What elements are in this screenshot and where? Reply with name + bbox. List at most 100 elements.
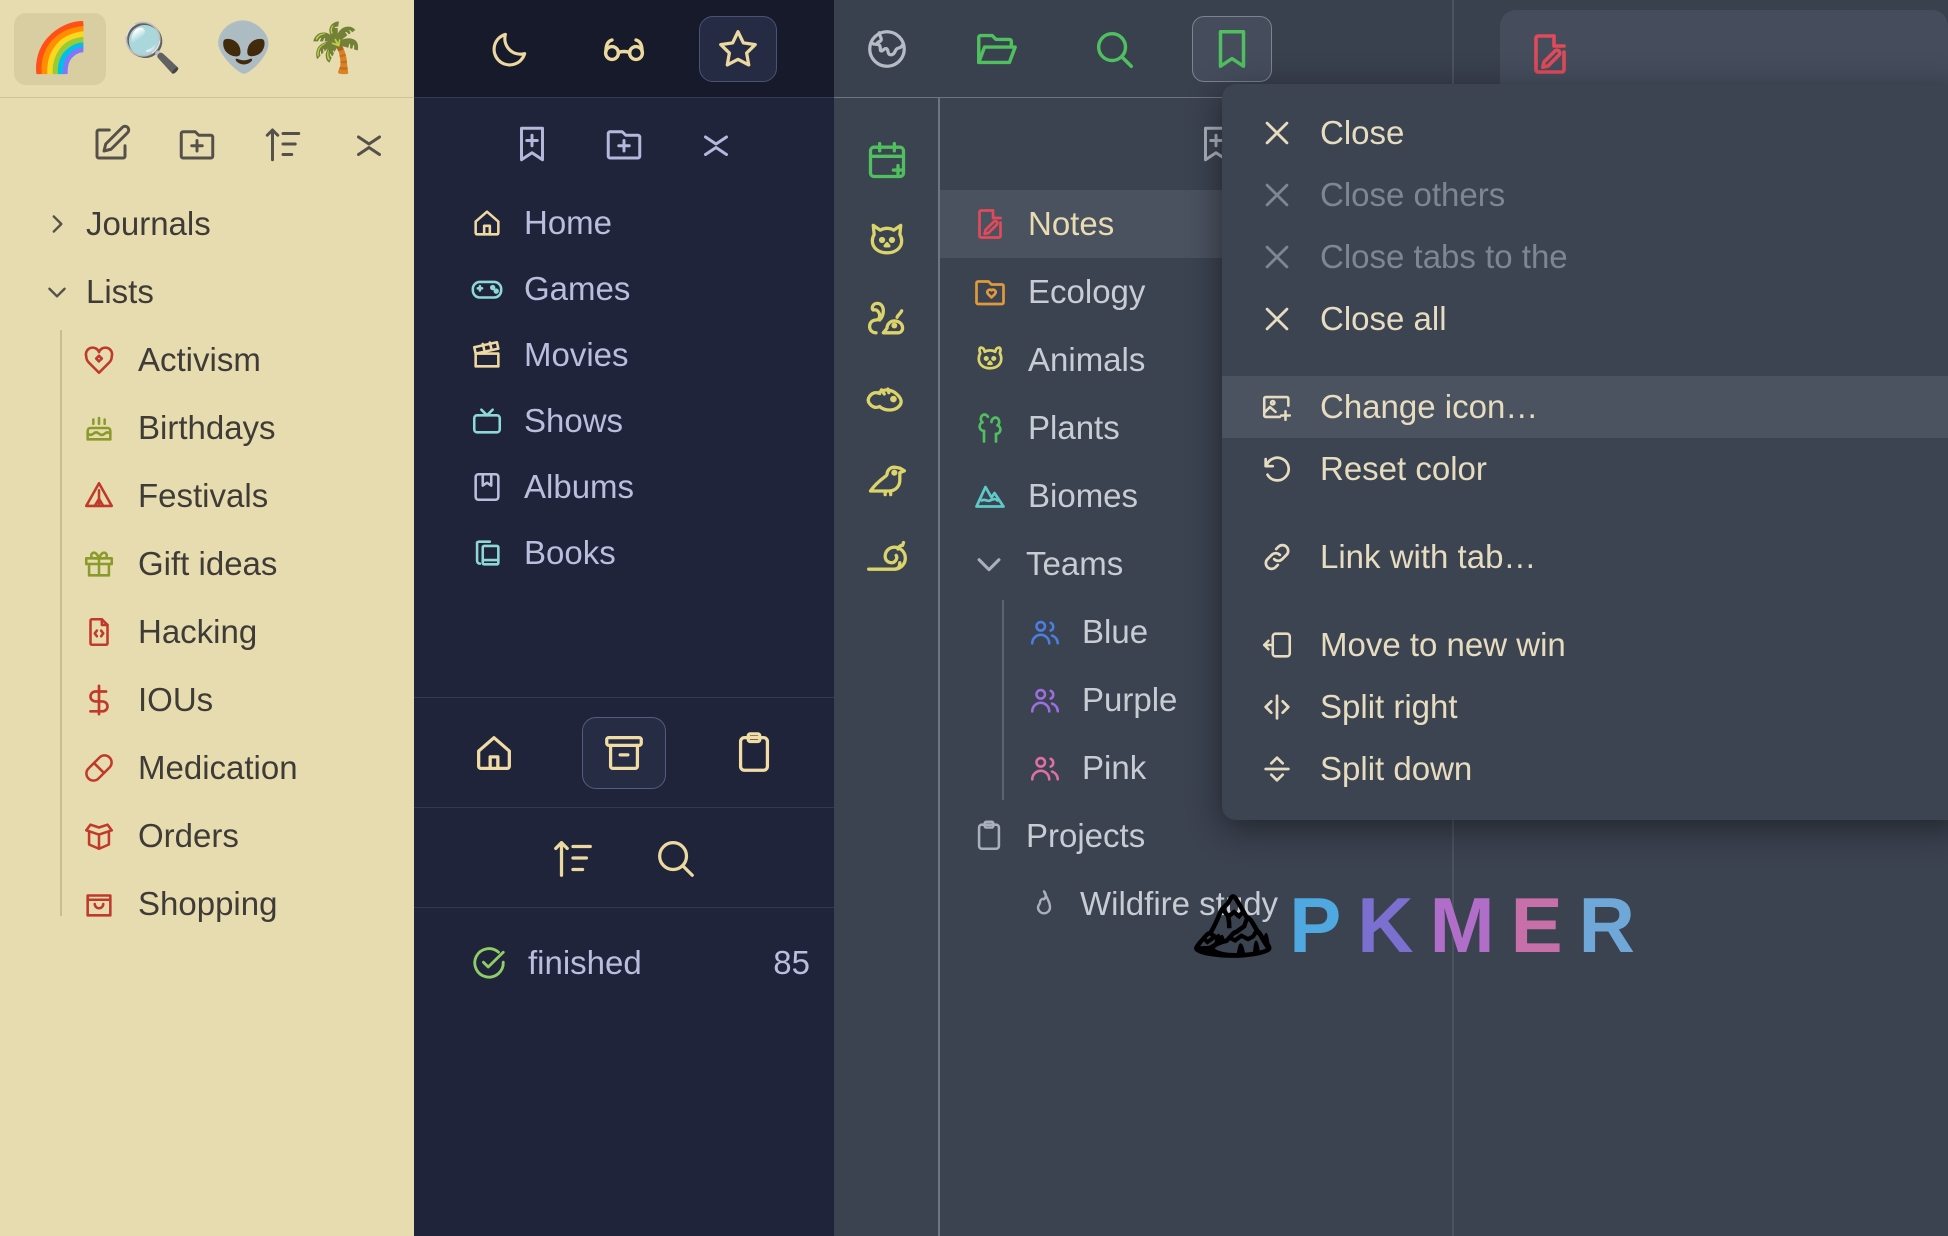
menu-item-label: Reset color	[1320, 450, 1487, 487]
pill-icon	[82, 751, 116, 785]
nav-item-home[interactable]: Home	[414, 190, 834, 256]
alien-tab[interactable]: 👽	[198, 13, 290, 85]
list-item-label: Festivals	[138, 477, 269, 514]
books-icon	[470, 536, 504, 570]
section-lists[interactable]: Lists	[0, 258, 414, 326]
squirrel-icon	[865, 298, 909, 342]
rainbow-tab[interactable]: 🌈	[14, 12, 106, 85]
collapse-icon[interactable]	[695, 123, 737, 165]
flame-icon	[1028, 888, 1060, 920]
moon-icon[interactable]	[471, 16, 549, 82]
list-item-shopping[interactable]: Shopping	[60, 870, 414, 938]
list-item-label: Shopping	[138, 885, 278, 922]
new-bookmark-icon[interactable]	[511, 123, 553, 165]
gift-icon	[82, 547, 116, 581]
clipboard-icon	[972, 819, 1006, 853]
glasses-icon[interactable]	[585, 16, 663, 82]
rail-top	[834, 0, 940, 98]
palm-tree-tab[interactable]: 🌴	[290, 13, 382, 85]
menu-item-label: Link with tab…	[1320, 538, 1537, 575]
new-note-icon[interactable]	[90, 123, 132, 165]
list-item-label: Medication	[138, 749, 298, 786]
nav-item-games[interactable]: Games	[414, 256, 834, 322]
section-journals[interactable]: Journals	[0, 190, 414, 258]
rail-item-bird[interactable]	[834, 440, 940, 520]
note-item-label: Purple	[1082, 681, 1178, 718]
list-item-label: Hacking	[138, 613, 258, 650]
pkmer-watermark: 🏔 P K M E R	[1192, 880, 1637, 971]
menu-separator	[1222, 500, 1948, 526]
nav-item-label: Shows	[524, 402, 624, 439]
collapse-icon[interactable]	[348, 123, 390, 165]
watermark-letter: P	[1289, 881, 1344, 969]
x-icon	[1260, 240, 1294, 274]
note-item-label: Pink	[1082, 749, 1147, 786]
navy-list: Home Games Movies Shows Albums Books	[414, 190, 834, 586]
list-item-gift-ideas[interactable]: Gift ideas	[60, 530, 414, 598]
clipboard-icon[interactable]	[712, 717, 796, 789]
menu-item-split-down[interactable]: Split down	[1222, 738, 1948, 800]
list-item-hacking[interactable]: Hacking	[60, 598, 414, 666]
menu-item-change-icon[interactable]: Change icon…	[1222, 376, 1948, 438]
note-item-label: Projects	[1026, 817, 1146, 854]
menu-item-link-with-tab[interactable]: Link with tab…	[1222, 526, 1948, 588]
list-item-orders[interactable]: Orders	[60, 802, 414, 870]
open-folder-icon[interactable]	[956, 16, 1036, 82]
section-journals-label: Journals	[86, 205, 211, 242]
menu-item-reset-color[interactable]: Reset color	[1222, 438, 1948, 500]
watermark-letter: M	[1429, 881, 1497, 969]
star-icon[interactable]	[699, 15, 777, 82]
new-folder-icon[interactable]	[603, 123, 645, 165]
note-item-label: Biomes	[1028, 477, 1139, 514]
rail-item-squirrel[interactable]	[834, 280, 940, 360]
list-item-festivals[interactable]: Festivals	[60, 462, 414, 530]
x-icon	[1260, 116, 1294, 150]
shopping-bag-icon	[82, 887, 116, 921]
nav-item-label: Books	[524, 534, 616, 571]
menu-item-move-to-new-window[interactable]: Move to new win	[1222, 614, 1948, 676]
navy-bottom-toolbar	[414, 697, 834, 807]
rail-item-cat[interactable]	[834, 200, 940, 280]
menu-item-label: Close others	[1320, 176, 1506, 213]
list-item-ious[interactable]: IOUs	[60, 666, 414, 734]
menu-item-close[interactable]: Close	[1222, 102, 1948, 164]
rail-item-calendar-plus[interactable]	[834, 120, 940, 200]
sort-icon[interactable]	[550, 835, 596, 881]
cream-emoji-tabbar: 🌈 🔍 👽 🌴	[0, 0, 414, 98]
navy-status-row[interactable]: finished 85	[414, 907, 834, 1017]
folder-heart-icon	[972, 274, 1008, 310]
nav-item-label: Albums	[524, 468, 635, 505]
x-icon	[1260, 302, 1294, 336]
nav-item-albums[interactable]: Albums	[414, 454, 834, 520]
list-item-label: Gift ideas	[138, 545, 278, 582]
move-window-icon	[1260, 628, 1294, 662]
magnifier-tab[interactable]: 🔍	[106, 13, 198, 85]
bookmark-icon[interactable]	[1192, 15, 1272, 82]
undo-icon	[1260, 452, 1294, 486]
nav-item-label: Movies	[524, 336, 629, 373]
check-circle-icon	[470, 944, 508, 982]
globe-icon[interactable]	[864, 26, 910, 72]
rail-item-fish[interactable]	[834, 360, 940, 440]
search-icon[interactable]	[1074, 16, 1154, 82]
search-icon[interactable]	[652, 835, 698, 881]
list-item-birthdays[interactable]: Birthdays	[60, 394, 414, 462]
archive-box-icon[interactable]	[582, 716, 666, 789]
nav-item-movies[interactable]: Movies	[414, 322, 834, 388]
menu-item-close-all[interactable]: Close all	[1222, 288, 1948, 350]
nav-item-books[interactable]: Books	[414, 520, 834, 586]
watermark-letter: K	[1357, 881, 1416, 969]
cat-icon	[865, 218, 909, 262]
list-item-medication[interactable]: Medication	[60, 734, 414, 802]
list-item-activism[interactable]: Activism	[60, 326, 414, 394]
nav-item-shows[interactable]: Shows	[414, 388, 834, 454]
rail-item-snail[interactable]	[834, 520, 940, 600]
menu-item-split-right[interactable]: Split right	[1222, 676, 1948, 738]
new-folder-icon[interactable]	[176, 123, 218, 165]
cream-toolbar	[0, 98, 414, 190]
trees-icon	[972, 410, 1008, 446]
mountain-icon	[972, 478, 1008, 514]
list-item-label: IOUs	[138, 681, 214, 718]
sort-icon[interactable]	[262, 123, 304, 165]
home-icon[interactable]	[452, 717, 536, 789]
